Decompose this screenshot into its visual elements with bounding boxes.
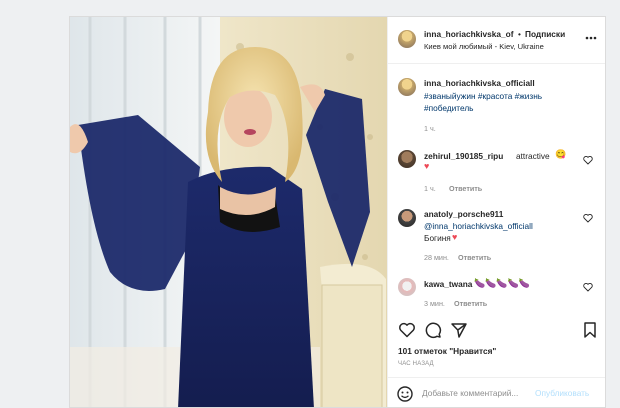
- reply-button[interactable]: Ответить: [454, 299, 487, 308]
- comment-username[interactable]: kawa_twana: [424, 279, 472, 289]
- reply-button[interactable]: Ответить: [458, 253, 491, 262]
- comment-input[interactable]: Добавьте комментарий...: [422, 388, 518, 398]
- post-timestamp: ЧАС НАЗАД: [398, 361, 434, 367]
- red-heart-icon: ♥: [452, 232, 458, 242]
- post-header: inna_horiachkivska_of • Подписки Киев мо…: [388, 17, 605, 64]
- comment-emoji: 😋: [555, 149, 567, 159]
- comment-avatar[interactable]: [398, 150, 416, 168]
- heart-outline-icon[interactable]: [398, 321, 416, 339]
- red-heart-icon: ♥: [424, 161, 430, 171]
- action-bar: [388, 315, 605, 347]
- caption-time: 1 ч.: [424, 124, 436, 133]
- author-avatar[interactable]: [398, 30, 416, 48]
- header-separator: •: [518, 29, 521, 39]
- comment-time: 1 ч.: [424, 184, 436, 193]
- comment-like-icon[interactable]: [583, 213, 593, 223]
- post-photo[interactable]: [70, 17, 387, 407]
- comment-username[interactable]: anatoly_porsche911: [424, 209, 503, 219]
- comment-like-icon[interactable]: [583, 282, 593, 292]
- comment-time: 3 мин.: [424, 299, 445, 308]
- comment-text: 🍆🍆🍆🍆🍆: [474, 278, 531, 288]
- post-sidebar: inna_horiachkivska_of • Подписки Киев мо…: [387, 17, 605, 407]
- comment-avatar[interactable]: [398, 278, 416, 296]
- comment-text: attractive: [516, 151, 550, 161]
- post-image: [70, 17, 387, 407]
- comment-box: Добавьте комментарий... Опубликовать: [388, 377, 605, 407]
- share-icon[interactable]: [450, 321, 468, 339]
- bookmark-icon[interactable]: [581, 321, 599, 339]
- caption-avatar[interactable]: [398, 78, 416, 96]
- likes-count[interactable]: 101 отметок "Нравится": [398, 346, 496, 356]
- instagram-post-card: inna_horiachkivska_of • Подписки Киев мо…: [69, 16, 606, 408]
- comment-avatar[interactable]: [398, 209, 416, 227]
- comment-like-icon[interactable]: [583, 155, 593, 165]
- caption-hashtags[interactable]: #званыйужин #красота #жизнь: [424, 91, 542, 101]
- reply-button[interactable]: Ответить: [449, 184, 482, 193]
- follow-status-button[interactable]: Подписки: [525, 29, 565, 39]
- comment-username[interactable]: zehirul_190185_ripu: [424, 151, 503, 161]
- more-dots-icon[interactable]: [584, 31, 598, 45]
- smiley-icon[interactable]: [396, 385, 414, 403]
- publish-button[interactable]: Опубликовать: [535, 388, 589, 398]
- caption-username[interactable]: inna_horiachkivska_officiall: [424, 78, 535, 88]
- caption-hashtags-2[interactable]: #победитель: [424, 103, 474, 113]
- comment-icon[interactable]: [424, 321, 442, 339]
- comment-time: 28 мин.: [424, 253, 449, 262]
- comment-text: Богиня: [424, 233, 451, 243]
- comment-mention[interactable]: @inna_horiachkivska_officiall: [424, 221, 533, 231]
- post-location[interactable]: Киев мой любимый - Kiev, Ukraine: [424, 42, 544, 51]
- author-username[interactable]: inna_horiachkivska_of: [424, 29, 513, 39]
